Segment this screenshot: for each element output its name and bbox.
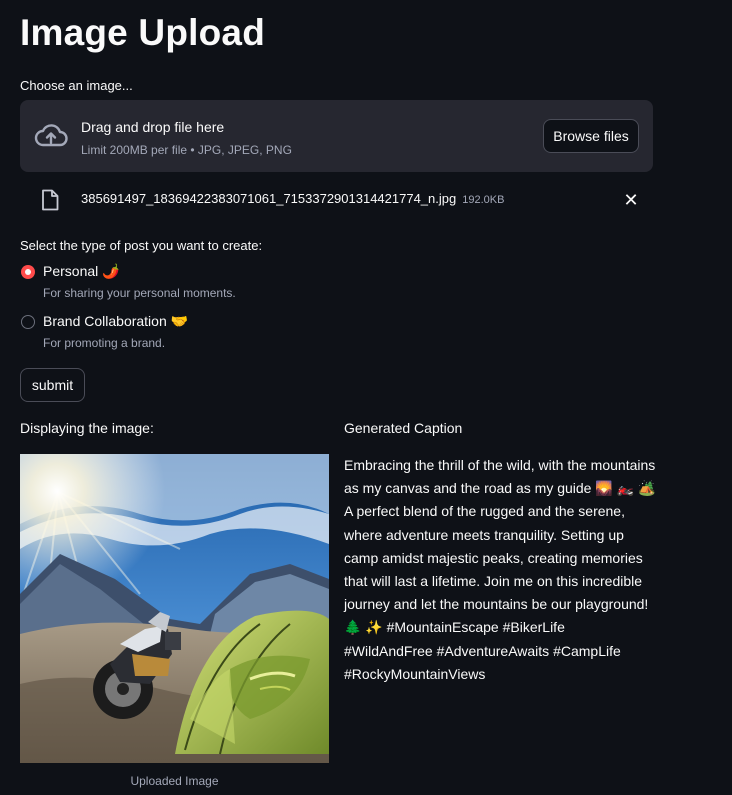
radio-selected-indicator[interactable] [21,265,35,279]
uploaded-photo-illustration [20,454,329,763]
generated-caption-text: Embracing the thrill of the wild, with t… [344,457,656,682]
image-caption: Uploaded Image [130,774,219,788]
file-name-text: 385691497_18369422383071061_715337290131… [81,191,457,206]
page-title: Image Upload [20,12,265,53]
cloud-upload-icon [34,124,68,147]
dropzone-title: Drag and drop file here [81,119,225,135]
uploaded-file-row: 385691497_18369422383071061_715337290131… [20,186,653,214]
radio-unselected-indicator[interactable] [21,315,35,329]
radio-option-personal[interactable]: Personal 🌶️ For sharing your personal mo… [20,263,280,304]
radio-option-brand-collaboration[interactable]: Brand Collaboration 🤝 For promoting a br… [20,313,280,354]
generated-caption-header: Generated Caption [344,420,463,436]
uploaded-file-name: 385691497_18369422383071061_715337290131… [81,191,504,206]
uploader-label: Choose an image... [20,78,133,93]
submit-button[interactable]: submit [20,368,85,402]
radio-label-personal: Personal 🌶️ [43,263,120,279]
close-icon[interactable]: ✕ [622,189,640,211]
file-size: 192.0KB [462,194,505,206]
file-dropzone[interactable]: Drag and drop file here Limit 200MB per … [20,100,653,172]
uploaded-image [20,454,329,763]
app-page: Image Upload Choose an image... Drag and… [0,0,732,795]
displaying-image-header: Displaying the image: [20,420,154,436]
browse-files-button[interactable]: Browse files [543,119,639,153]
dropzone-limit-text: Limit 200MB per file • JPG, JPEG, PNG [81,143,292,157]
post-type-label: Select the type of post you want to crea… [20,238,263,253]
radio-help-personal: For sharing your personal moments. [43,286,236,300]
file-icon [42,189,59,211]
radio-help-brand-collaboration: For promoting a brand. [43,336,166,350]
radio-label-brand-collaboration: Brand Collaboration 🤝 [43,313,189,329]
